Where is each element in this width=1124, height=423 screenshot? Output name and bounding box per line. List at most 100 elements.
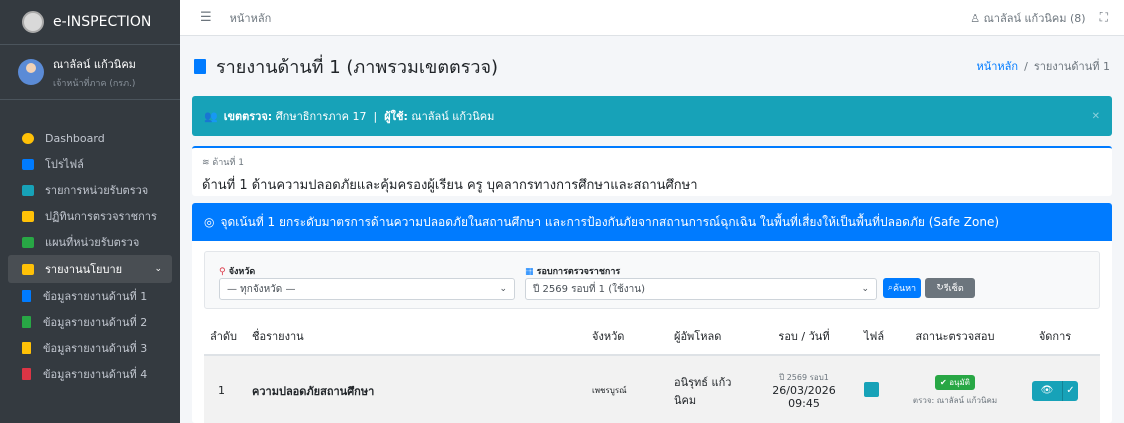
zone-alert: 👥 เขตตรวจ: ศึกษาธิการภาค 17 | ผู้ใช้: ณา… [192, 96, 1112, 136]
checker-text: ตรวจ: ณาลัลน์ แก้วนิคม [912, 395, 998, 405]
aspect-small-label: ด้านที่ 1 [212, 158, 244, 168]
sidebar-item-label: ข้อมูลรายงานด้านที่ 1 [43, 290, 148, 303]
topbar: ☰ หน้าหลัก ♙ ณาลัลน์ แก้วนิคม (8) ⛶ [180, 0, 1124, 36]
fullscreen-icon[interactable]: ⛶ [1100, 10, 1108, 25]
column-header: ลำดับ [204, 317, 246, 356]
round-label-text: รอบการตรวจราชการ [536, 267, 621, 277]
column-header: จัดการ [1010, 317, 1100, 356]
reset-icon: ↻ [936, 283, 944, 293]
sidebar-item-dashboard[interactable]: Dashboard [8, 125, 172, 151]
sidebar-item-label: โปรไฟล์ [45, 158, 84, 171]
sidebar-item-label: แผนที่หน่วยรับตรวจ [45, 236, 140, 249]
page-header: รายงานด้านที่ 1 (ภาพรวมเขตตรวจ) หน้าหลัก… [180, 36, 1124, 96]
search-button[interactable]: ⌕ ค้นหา [883, 278, 921, 298]
map-icon [22, 236, 34, 248]
list-icon [22, 184, 34, 196]
user-icon [22, 158, 34, 170]
user-outline-icon: ♙ [970, 11, 984, 25]
report-table: ลำดับ ชื่อรายงาน จังหวัด ผู้อัพโหลด รอบ … [204, 317, 1100, 423]
cell-no: 1 [204, 355, 246, 423]
file-icon [22, 316, 31, 328]
status-badge: ✔ อนุมัติ [935, 374, 975, 390]
filter-panel: ⚲ จังหวัด — ทุกจังหวัด — ⌄ ▦ รอบการตรวจรา… [204, 251, 1100, 309]
brand[interactable]: e-INSPECTION [0, 0, 180, 45]
sidebar-item-inspected-units[interactable]: รายการหน่วยรับตรวจ [8, 177, 172, 203]
user-panel[interactable]: ณาลัลน์ แก้วนิคม เจ้าหน้าที่ภาค (กรภ.) [0, 45, 180, 100]
cell-province: เพชรบูรณ์ [586, 355, 668, 423]
sidebar-item-map[interactable]: แผนที่หน่วยรับตรวจ [8, 229, 172, 255]
check-circle-icon: ✔ [940, 377, 950, 387]
date-text: 26/03/2026 [772, 384, 836, 397]
brand-logo [22, 11, 44, 33]
reset-button[interactable]: ↻ รีเซ็ต [925, 278, 975, 298]
aspect-title: ด้านที่ 1 ด้านความปลอดภัยและคุ้มครองผู้เ… [202, 178, 698, 193]
file-icon [22, 342, 31, 354]
sidebar-item-calendar[interactable]: ปฏิทินการตรวจราชการ [8, 203, 172, 229]
round-select-value: ปี 2569 รอบที่ 1 (ใช้งาน) [533, 283, 645, 295]
zone-value: ศึกษาธิการภาค 17 [275, 110, 367, 123]
layers-icon: ≋ [202, 158, 213, 168]
sidebar-item-label: ข้อมูลรายงานด้านที่ 2 [43, 316, 148, 329]
aspect-card: ≋ ด้านที่ 1 ด้านที่ 1 ด้านความปลอดภัยและ… [192, 146, 1112, 196]
view-button[interactable]: 👁 [1032, 380, 1062, 401]
sidebar-subitem-report-3[interactable]: ข้อมูลรายงานด้านที่ 3 [8, 335, 172, 361]
sidebar-item-label: ข้อมูลรายงานด้านที่ 3 [43, 342, 148, 355]
cell-status: ✔ อนุมัติ ตรวจ: ณาลัลน์ แก้วนิคม [900, 355, 1010, 423]
users-icon: 👥 [204, 109, 218, 123]
focus-title: จุดเน้นที่ 1 ยกระดับมาตรการด้านความปลอดภ… [220, 214, 1000, 229]
time-text: 09:45 [788, 397, 820, 410]
calendar-icon [22, 210, 34, 222]
sidebar-subitem-report-1[interactable]: ข้อมูลรายงานด้านที่ 1 [8, 283, 172, 309]
map-pin-icon: ⚲ [219, 267, 229, 277]
column-header: ชื่อรายงาน [246, 317, 586, 356]
sidebar-item-label: ปฏิทินการตรวจราชการ [45, 210, 157, 223]
sidebar-item-label: รายการหน่วยรับตรวจ [45, 184, 149, 197]
round-filter-label: ▦ รอบการตรวจราชการ [525, 264, 620, 278]
round-select[interactable]: ปี 2569 รอบที่ 1 (ใช้งาน) ⌄ [525, 278, 877, 300]
focus-card: ◎ จุดเน้นที่ 1 ยกระดับมาตรการด้านความปลอ… [192, 203, 1112, 423]
table-header-row: ลำดับ ชื่อรายงาน จังหวัด ผู้อัพโหลด รอบ … [204, 317, 1100, 356]
file-icon [22, 368, 31, 380]
cell-round-date: ปี 2569 รอบ1 26/03/2026 09:45 [750, 355, 858, 423]
alert-divider: | [373, 109, 378, 123]
column-header: ผู้อัพโหลด [668, 317, 750, 356]
top-user-menu[interactable]: ♙ ณาลัลน์ แก้วนิคม (8) [970, 9, 1085, 27]
main-content: รายงานด้านที่ 1 (ภาพรวมเขตตรวจ) หน้าหลัก… [180, 36, 1124, 423]
cell-uploader: อนิรุทธ์ แก้วนิคม [668, 355, 750, 423]
file-download-icon[interactable] [864, 381, 879, 397]
sidebar-item-label: ข้อมูลรายงานด้านที่ 4 [43, 368, 148, 381]
province-select[interactable]: — ทุกจังหวัด — ⌄ [219, 278, 515, 300]
calendar-icon: ▦ [525, 267, 537, 277]
sidebar: e-INSPECTION ณาลัลน์ แก้วนิคม เจ้าหน้าที… [0, 0, 180, 423]
sidebar-subitem-report-2[interactable]: ข้อมูลรายงานด้านที่ 2 [8, 309, 172, 335]
user-name: ณาลัลน์ แก้วนิคม [53, 57, 136, 71]
status-badge-label: อนุมัติ [949, 377, 970, 387]
document-icon [194, 58, 206, 74]
target-icon: ◎ [204, 215, 215, 229]
report-icon [22, 263, 34, 275]
column-header: รอบ / วันที่ [750, 317, 858, 356]
province-filter-label: ⚲ จังหวัด [219, 264, 255, 278]
top-home-link[interactable]: หน้าหลัก [230, 9, 272, 27]
hamburger-menu-icon[interactable]: ☰ [200, 10, 212, 25]
cell-report-name: ความปลอดภัยสถานศึกษา [246, 355, 586, 423]
search-button-label: ค้นหา [892, 284, 917, 294]
column-header: สถานะตรวจสอบ [900, 317, 1010, 356]
close-icon[interactable]: ✕ [1092, 111, 1100, 122]
table-row: 1 ความปลอดภัยสถานศึกษา เพชรบูรณ์ อนิรุทธ… [204, 355, 1100, 423]
alert-user-label: ผู้ใช้: [384, 110, 408, 123]
chevron-down-icon: ⌄ [861, 284, 869, 294]
province-select-value: — ทุกจังหวัด — [227, 283, 296, 295]
eye-icon: 👁 [1040, 384, 1054, 396]
column-header: ไฟล์ [858, 317, 900, 356]
cell-file [858, 355, 900, 423]
round-text: ปี 2569 รอบ1 [779, 373, 829, 382]
breadcrumb-current: รายงานด้านที่ 1 [1033, 60, 1110, 73]
sidebar-subitem-report-4[interactable]: ข้อมูลรายงานด้านที่ 4 [8, 361, 172, 387]
sidebar-item-policy-report[interactable]: รายงานนโยบาย ⌄ [8, 255, 172, 283]
sidebar-item-profile[interactable]: โปรไฟล์ [8, 151, 172, 177]
breadcrumb-home[interactable]: หน้าหลัก [976, 60, 1018, 73]
approve-button[interactable]: ✓ [1062, 380, 1078, 401]
breadcrumb: หน้าหลัก / รายงานด้านที่ 1 [976, 57, 1110, 75]
sidebar-nav: Dashboard โปรไฟล์ รายการหน่วยรับตรวจ ปฏิ… [0, 100, 180, 387]
